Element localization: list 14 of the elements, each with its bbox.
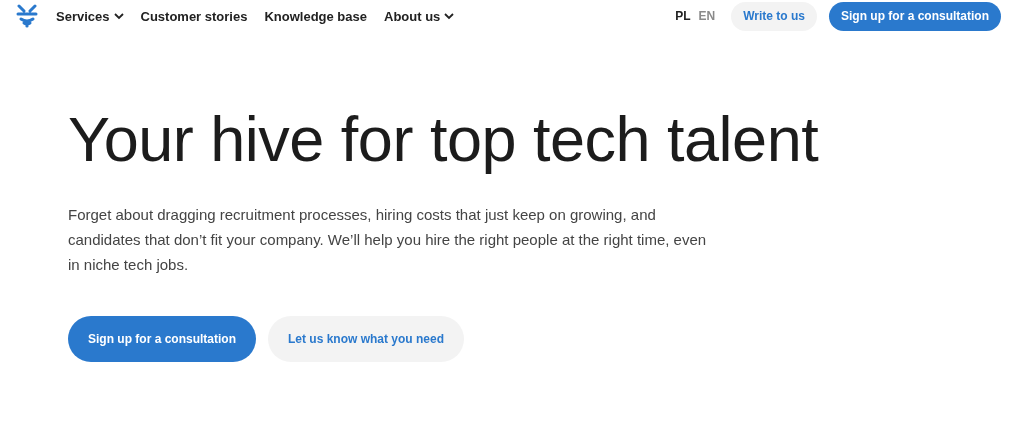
nav-link[interactable]: Knowledge base bbox=[264, 8, 367, 24]
contact-button[interactable]: Let us know what you need bbox=[268, 315, 465, 362]
hero-title: Your hive for top tech talent bbox=[68, 103, 820, 176]
nav-link[interactable]: Customer stories bbox=[140, 8, 248, 24]
consultation-button[interactable]: Sign up for a consultation bbox=[68, 315, 256, 362]
language-link[interactable]: PL bbox=[675, 9, 691, 23]
chevron-down-icon bbox=[444, 12, 455, 20]
logo-icon[interactable] bbox=[16, 4, 38, 28]
chevron-down-icon bbox=[113, 12, 124, 20]
hero-description: Forget about dragging recruitment processes, hiring costs that just keep on growing, and candidates that don’t fit your company. We’ll help you hire the right people at the right time, even in niche tech jobs. bbox=[68, 204, 708, 275]
nav-link[interactable]: Services bbox=[56, 8, 124, 24]
nav-link[interactable]: About us bbox=[384, 8, 455, 24]
consultation-button[interactable]: Sign up for a consultation bbox=[829, 1, 1001, 31]
contact-button[interactable]: Write to us bbox=[731, 1, 817, 31]
